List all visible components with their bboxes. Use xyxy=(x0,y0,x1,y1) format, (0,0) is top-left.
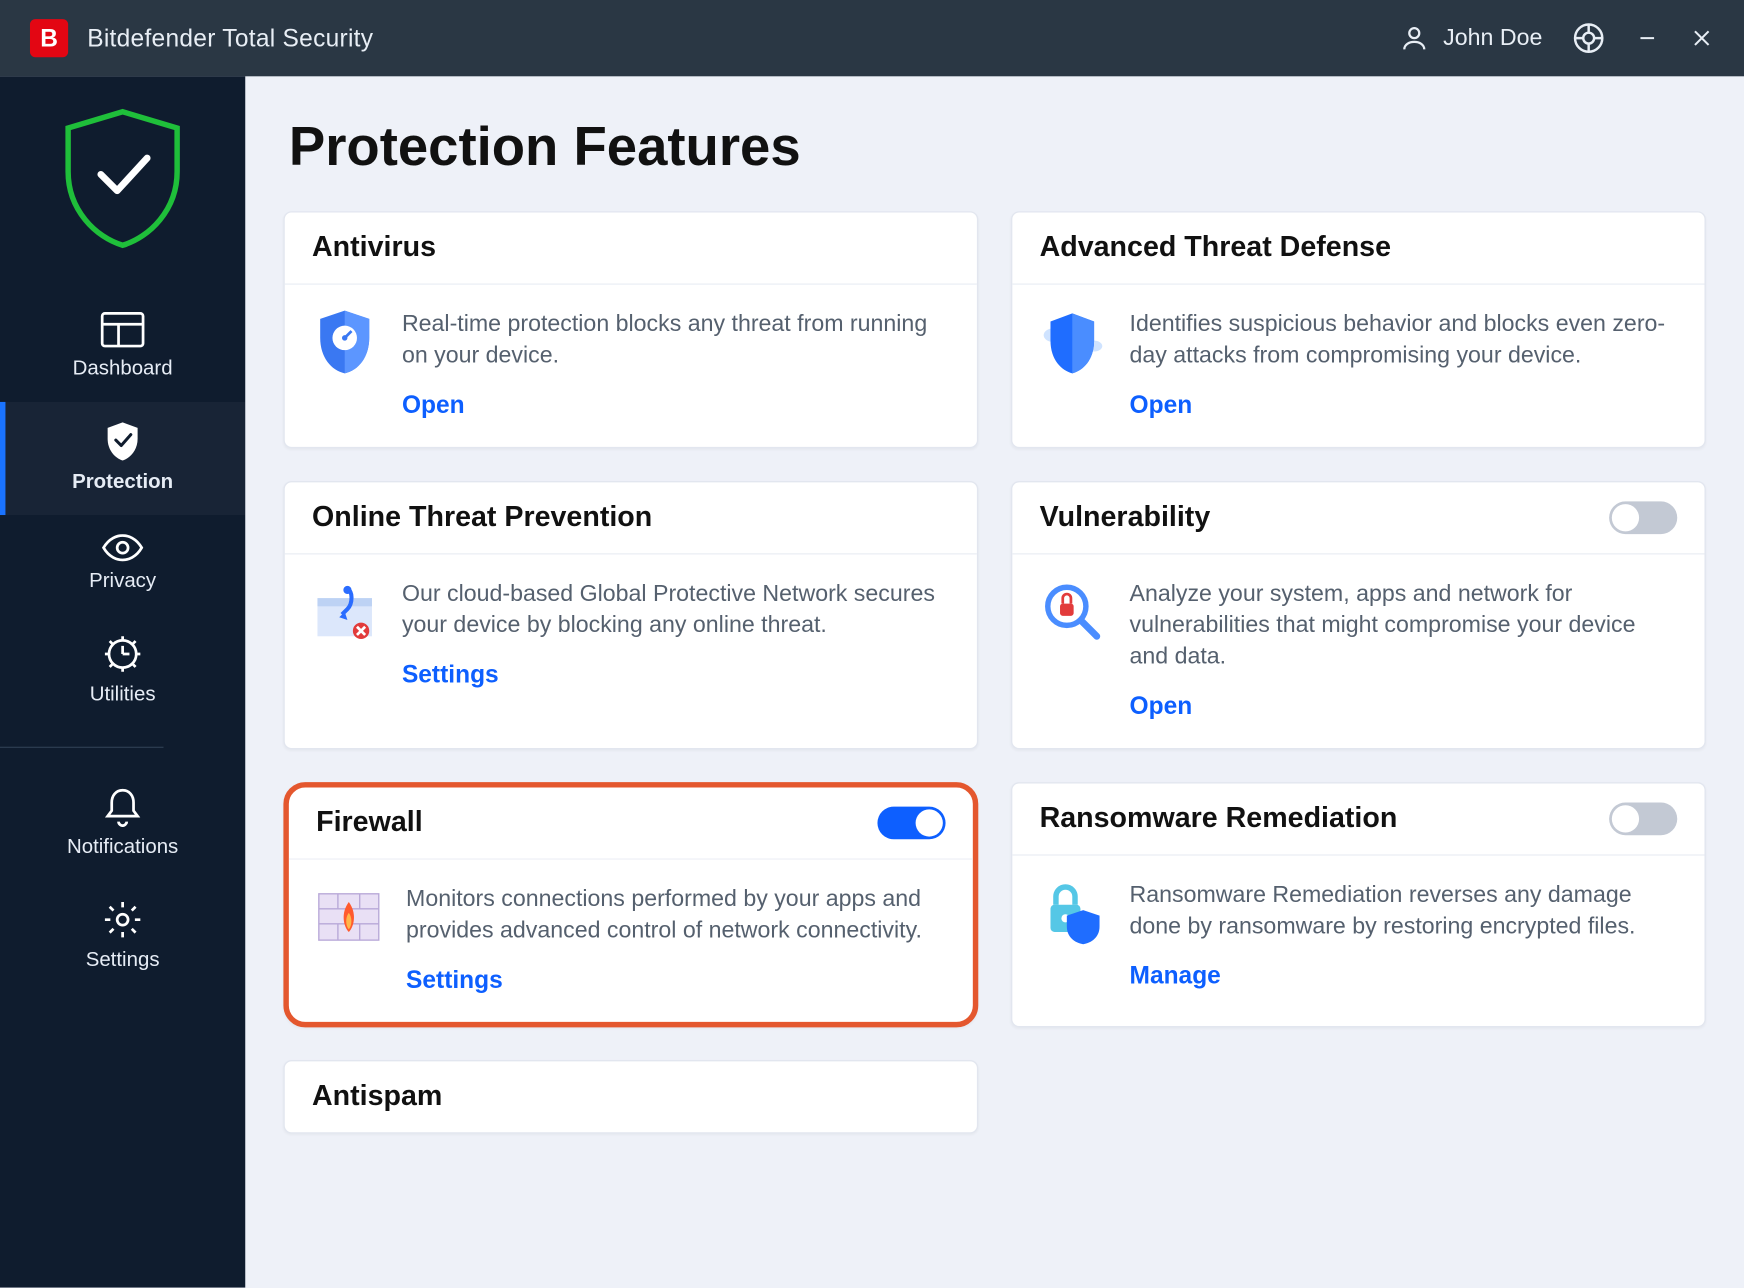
card-desc: Our cloud-based Global Protective Networ… xyxy=(402,579,950,642)
close-button[interactable] xyxy=(1690,26,1715,51)
titlebar: B Bitdefender Total Security John Doe xyxy=(0,0,1744,76)
status-shield-icon xyxy=(57,104,188,251)
card-ransomware: Ransomware Remediation Ransomware Remedi… xyxy=(1011,782,1706,1027)
content: Protection Features Antivirus Real-time … xyxy=(245,76,1744,1287)
card-title: Antivirus xyxy=(312,232,436,265)
ransomware-icon xyxy=(1040,880,1105,945)
antivirus-shield-icon xyxy=(312,309,377,374)
titlebar-right: John Doe xyxy=(1400,22,1744,55)
app-logo: B xyxy=(30,19,68,57)
dashboard-icon xyxy=(99,311,145,349)
card-firewall: Firewall Monitors connections performed … xyxy=(283,782,978,1027)
sidebar-separator xyxy=(0,747,164,748)
open-link[interactable]: Open xyxy=(1130,692,1193,721)
card-antivirus: Antivirus Real-time protection blocks an… xyxy=(283,211,978,448)
card-title: Advanced Threat Defense xyxy=(1040,232,1391,265)
card-antispam: Antispam xyxy=(283,1059,978,1133)
user-account[interactable]: John Doe xyxy=(1400,23,1543,53)
card-vulnerability: Vulnerability Analyze your system, apps … xyxy=(1011,481,1706,749)
phishing-icon xyxy=(312,579,377,644)
sidebar: Dashboard Protection Privacy Utilities N… xyxy=(0,76,245,1287)
minimize-button[interactable] xyxy=(1635,26,1660,51)
firewall-icon xyxy=(316,884,381,949)
sidebar-item-notifications[interactable]: Notifications xyxy=(0,767,245,880)
sidebar-item-label: Notifications xyxy=(67,835,178,858)
app-logo-letter: B xyxy=(40,24,58,53)
sidebar-item-label: Utilities xyxy=(90,683,156,706)
card-title: Firewall xyxy=(316,806,423,839)
sidebar-item-label: Dashboard xyxy=(73,357,173,380)
open-link[interactable]: Open xyxy=(1130,391,1193,420)
user-name: John Doe xyxy=(1443,25,1542,52)
shield-check-icon xyxy=(105,421,140,462)
card-desc: Ransomware Remediation reverses any dama… xyxy=(1130,880,1678,943)
card-otp: Online Threat Prevention Our cloud-based… xyxy=(283,481,978,749)
sidebar-item-protection[interactable]: Protection xyxy=(0,402,245,515)
sidebar-item-privacy[interactable]: Privacy xyxy=(0,515,245,614)
firewall-toggle[interactable] xyxy=(877,806,945,839)
settings-link[interactable]: Settings xyxy=(406,965,503,994)
sidebar-item-label: Privacy xyxy=(89,570,156,593)
card-title: Online Threat Prevention xyxy=(312,501,652,534)
user-icon xyxy=(1400,23,1430,53)
sidebar-item-utilities[interactable]: Utilities xyxy=(0,614,245,727)
ransomware-toggle[interactable] xyxy=(1609,802,1677,835)
feature-grid: Antivirus Real-time protection blocks an… xyxy=(283,211,1705,1133)
atd-shield-icon xyxy=(1040,309,1105,374)
gear-icon xyxy=(102,899,143,940)
eye-icon xyxy=(101,534,145,561)
card-desc: Real-time protection blocks any threat f… xyxy=(402,309,950,372)
app-title: Bitdefender Total Security xyxy=(87,24,373,53)
card-desc: Analyze your system, apps and network fo… xyxy=(1130,579,1678,673)
gear-clock-icon xyxy=(102,634,143,675)
sidebar-item-settings[interactable]: Settings xyxy=(0,880,245,993)
nav: Dashboard Protection Privacy Utilities N… xyxy=(0,292,245,994)
card-title: Antispam xyxy=(312,1080,442,1113)
open-link[interactable]: Open xyxy=(402,391,465,420)
card-title: Vulnerability xyxy=(1040,501,1211,534)
card-atd: Advanced Threat Defense Identifies suspi… xyxy=(1011,211,1706,448)
settings-link[interactable]: Settings xyxy=(402,660,499,689)
card-desc: Identifies suspicious behavior and block… xyxy=(1130,309,1678,372)
sidebar-item-label: Settings xyxy=(86,948,160,971)
card-title: Ransomware Remediation xyxy=(1040,802,1398,835)
card-desc: Monitors connections performed by your a… xyxy=(406,884,946,947)
support-icon[interactable] xyxy=(1572,22,1605,55)
sidebar-item-dashboard[interactable]: Dashboard xyxy=(0,292,245,402)
bell-icon xyxy=(105,786,140,827)
manage-link[interactable]: Manage xyxy=(1130,961,1221,990)
sidebar-item-label: Protection xyxy=(72,470,173,493)
page-title: Protection Features xyxy=(289,117,1706,178)
vulnerability-toggle[interactable] xyxy=(1609,501,1677,534)
vulnerability-search-icon xyxy=(1040,579,1105,644)
